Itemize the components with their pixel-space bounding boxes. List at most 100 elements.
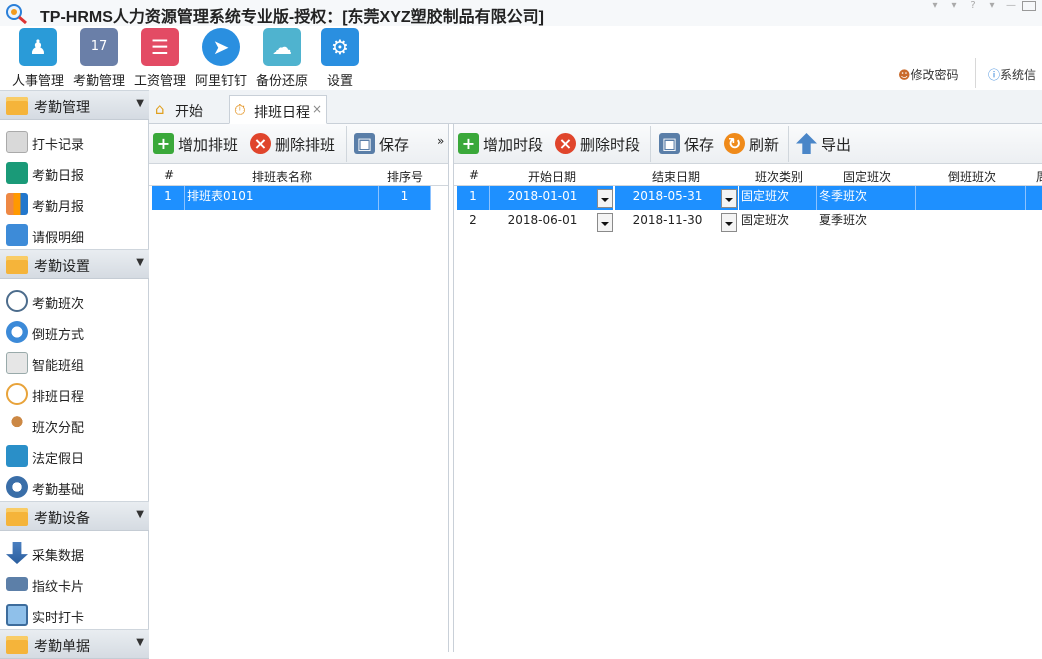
help-icon[interactable]: ?	[965, 0, 981, 12]
shift-type-cell[interactable]: 固定班次	[739, 210, 816, 234]
toolbar-attendance-button[interactable]: 17 考勤管理	[67, 28, 131, 89]
sidebar-item-label: 打卡记录	[32, 138, 85, 153]
cell-divider	[184, 186, 185, 210]
sidebar-item-holidays[interactable]: 法定假日	[0, 440, 149, 471]
tab-schedule[interactable]: ⏱ 排班日程 ×	[229, 95, 327, 124]
minimize-icon[interactable]: —	[1003, 0, 1019, 12]
button-label: 导出	[821, 136, 852, 154]
button-label: 增加排班	[178, 136, 239, 154]
end-date-cell[interactable]: 2018-05-31	[615, 186, 738, 210]
shift-type-cell[interactable]: 固定班次	[739, 186, 816, 210]
menu-icon[interactable]: ▾	[984, 0, 1000, 12]
sidebar-item-attendance-base[interactable]: 考勤基础	[0, 471, 149, 502]
folder-icon	[6, 256, 28, 274]
column-header: 排序号	[386, 170, 423, 184]
export-button[interactable]: 导出	[796, 132, 856, 156]
change-password-label: 修改密码	[910, 68, 959, 82]
save-icon: ▣	[659, 133, 680, 154]
folder-icon	[6, 636, 28, 654]
sidebar-item-monthly-report[interactable]: 考勤月报	[0, 188, 149, 219]
sidebar-group-attendance-devices[interactable]: 考勤设备 ▼	[0, 501, 149, 531]
card-icon	[6, 577, 28, 591]
help-circle-icon: ⓘ	[988, 68, 1001, 82]
fixed-shift-cell[interactable]: 夏季班次	[817, 210, 915, 234]
toolbar-settings-button[interactable]: ⚙ 设置	[308, 28, 372, 89]
more-tools-button[interactable]: »	[437, 132, 447, 156]
toolbar-backup-button[interactable]: ☁ 备份还原	[250, 28, 314, 89]
sidebar-item-rotation[interactable]: 倒班方式	[0, 316, 149, 347]
smart-group-icon	[6, 352, 28, 374]
close-icon[interactable]: ×	[312, 102, 322, 116]
rotation-shift-cell[interactable]	[916, 186, 1025, 210]
stopwatch-icon: ⏱	[234, 101, 246, 119]
toolbar-label: 备份还原	[255, 74, 308, 89]
home-icon: ⌂	[155, 100, 165, 118]
week-cell[interactable]	[1026, 186, 1042, 210]
dropdown-arrow-icon[interactable]	[597, 213, 613, 232]
maximize-icon[interactable]	[1022, 1, 1036, 11]
sidebar-item-shift-assign[interactable]: 班次分配	[0, 409, 149, 440]
end-date-cell[interactable]: 2018-11-30	[615, 210, 738, 234]
stopwatch-icon	[6, 383, 28, 405]
add-period-button[interactable]: + 增加时段	[458, 132, 550, 156]
table-row[interactable]: 2 2018-06-01 2018-11-30 固定班次 夏季班次	[454, 210, 1042, 234]
schedule-name-cell[interactable]: 排班表0101	[186, 186, 378, 210]
fixed-shift-cell[interactable]: 冬季班次	[817, 186, 915, 210]
table-row[interactable]: 1 排班表0101 1	[149, 186, 448, 210]
refresh-button[interactable]: ↻ 刷新	[724, 132, 784, 156]
gear-icon	[6, 476, 28, 498]
sidebar-item-label: 请假明细	[32, 231, 85, 246]
delete-period-button[interactable]: × 删除时段	[555, 132, 647, 156]
dropdown-arrow-icon[interactable]	[721, 189, 737, 208]
sidebar-item-realtime-punch[interactable]: 实时打卡	[0, 599, 149, 630]
sidebar-item-leave-detail[interactable]: 请假明细	[0, 219, 149, 250]
tab-start[interactable]: ⌂ 开始	[151, 95, 227, 124]
sidebar-group-attendance-forms[interactable]: 考勤单据 ▼	[0, 629, 149, 659]
start-date-cell[interactable]: 2018-06-01	[490, 210, 613, 234]
row-number: 2	[469, 213, 477, 227]
toolbar-hr-button[interactable]: ♟ 人事管理	[6, 28, 70, 89]
assign-icon	[6, 414, 28, 436]
refresh-icon: ↻	[724, 133, 745, 154]
start-date-cell[interactable]: 2018-01-01	[490, 186, 613, 210]
people-icon: ♟	[19, 28, 57, 66]
add-schedule-button[interactable]: + 增加排班	[153, 132, 245, 156]
sidebar-item-label: 倒班方式	[32, 328, 85, 343]
chevron-down-icon: ▼	[136, 509, 144, 520]
button-label: 删除排班	[275, 136, 336, 154]
change-password-link[interactable]: ☻修改密码	[898, 66, 959, 83]
dingtalk-icon: ➤	[202, 28, 240, 66]
sidebar-item-shifts[interactable]: 考勤班次	[0, 285, 149, 316]
sidebar-item-daily-report[interactable]: 考勤日报	[0, 157, 149, 188]
sidebar-item-label: 法定假日	[32, 452, 85, 467]
button-label: 刷新	[749, 136, 780, 154]
sidebar-group-attendance-settings[interactable]: 考勤设置 ▼	[0, 249, 149, 279]
feedback-icon[interactable]: ▾	[946, 0, 962, 12]
toolbar-dingtalk-button[interactable]: ➤ 阿里钉钉	[189, 28, 253, 89]
toolbar-payroll-button[interactable]: ☰ 工资管理	[128, 28, 192, 89]
sidebar-item-smart-group[interactable]: 智能班组	[0, 347, 149, 378]
toolbar-label: 工资管理	[133, 74, 186, 89]
monthly-report-icon	[6, 193, 28, 215]
delete-schedule-button[interactable]: × 删除排班	[250, 132, 342, 156]
dropdown-arrow-icon[interactable]	[597, 189, 613, 208]
save-schedule-button[interactable]: ▣ 保存	[354, 132, 414, 156]
up-arrow-icon	[796, 133, 817, 154]
table-row[interactable]: 1 2018-01-01 2018-05-31 固定班次 冬季班次	[454, 186, 1042, 210]
sidebar-item-collect-data[interactable]: 采集数据	[0, 537, 149, 568]
skin-icon[interactable]: ▾	[927, 0, 943, 12]
delete-icon: ×	[250, 133, 271, 154]
row-number: 1	[457, 186, 489, 210]
sidebar-group-attendance-mgmt[interactable]: 考勤管理 ▼	[0, 90, 149, 120]
system-info-link[interactable]: ⓘ系统信	[988, 66, 1036, 83]
sidebar-item-schedule[interactable]: 排班日程	[0, 378, 149, 409]
period-toolbar: + 增加时段 × 删除时段 ▣ 保存 ↻ 刷新 导出	[454, 124, 1042, 164]
sidebar-item-fingerprint-card[interactable]: 指纹卡片	[0, 568, 149, 599]
rotation-shift-cell[interactable]	[916, 210, 1025, 234]
sidebar-item-punch-record[interactable]: 打卡记录	[0, 126, 149, 157]
save-period-button[interactable]: ▣ 保存	[659, 132, 719, 156]
rotation-icon	[6, 321, 28, 343]
order-cell[interactable]: 1	[379, 186, 430, 210]
dropdown-arrow-icon[interactable]	[721, 213, 737, 232]
punch-record-icon	[6, 131, 28, 153]
